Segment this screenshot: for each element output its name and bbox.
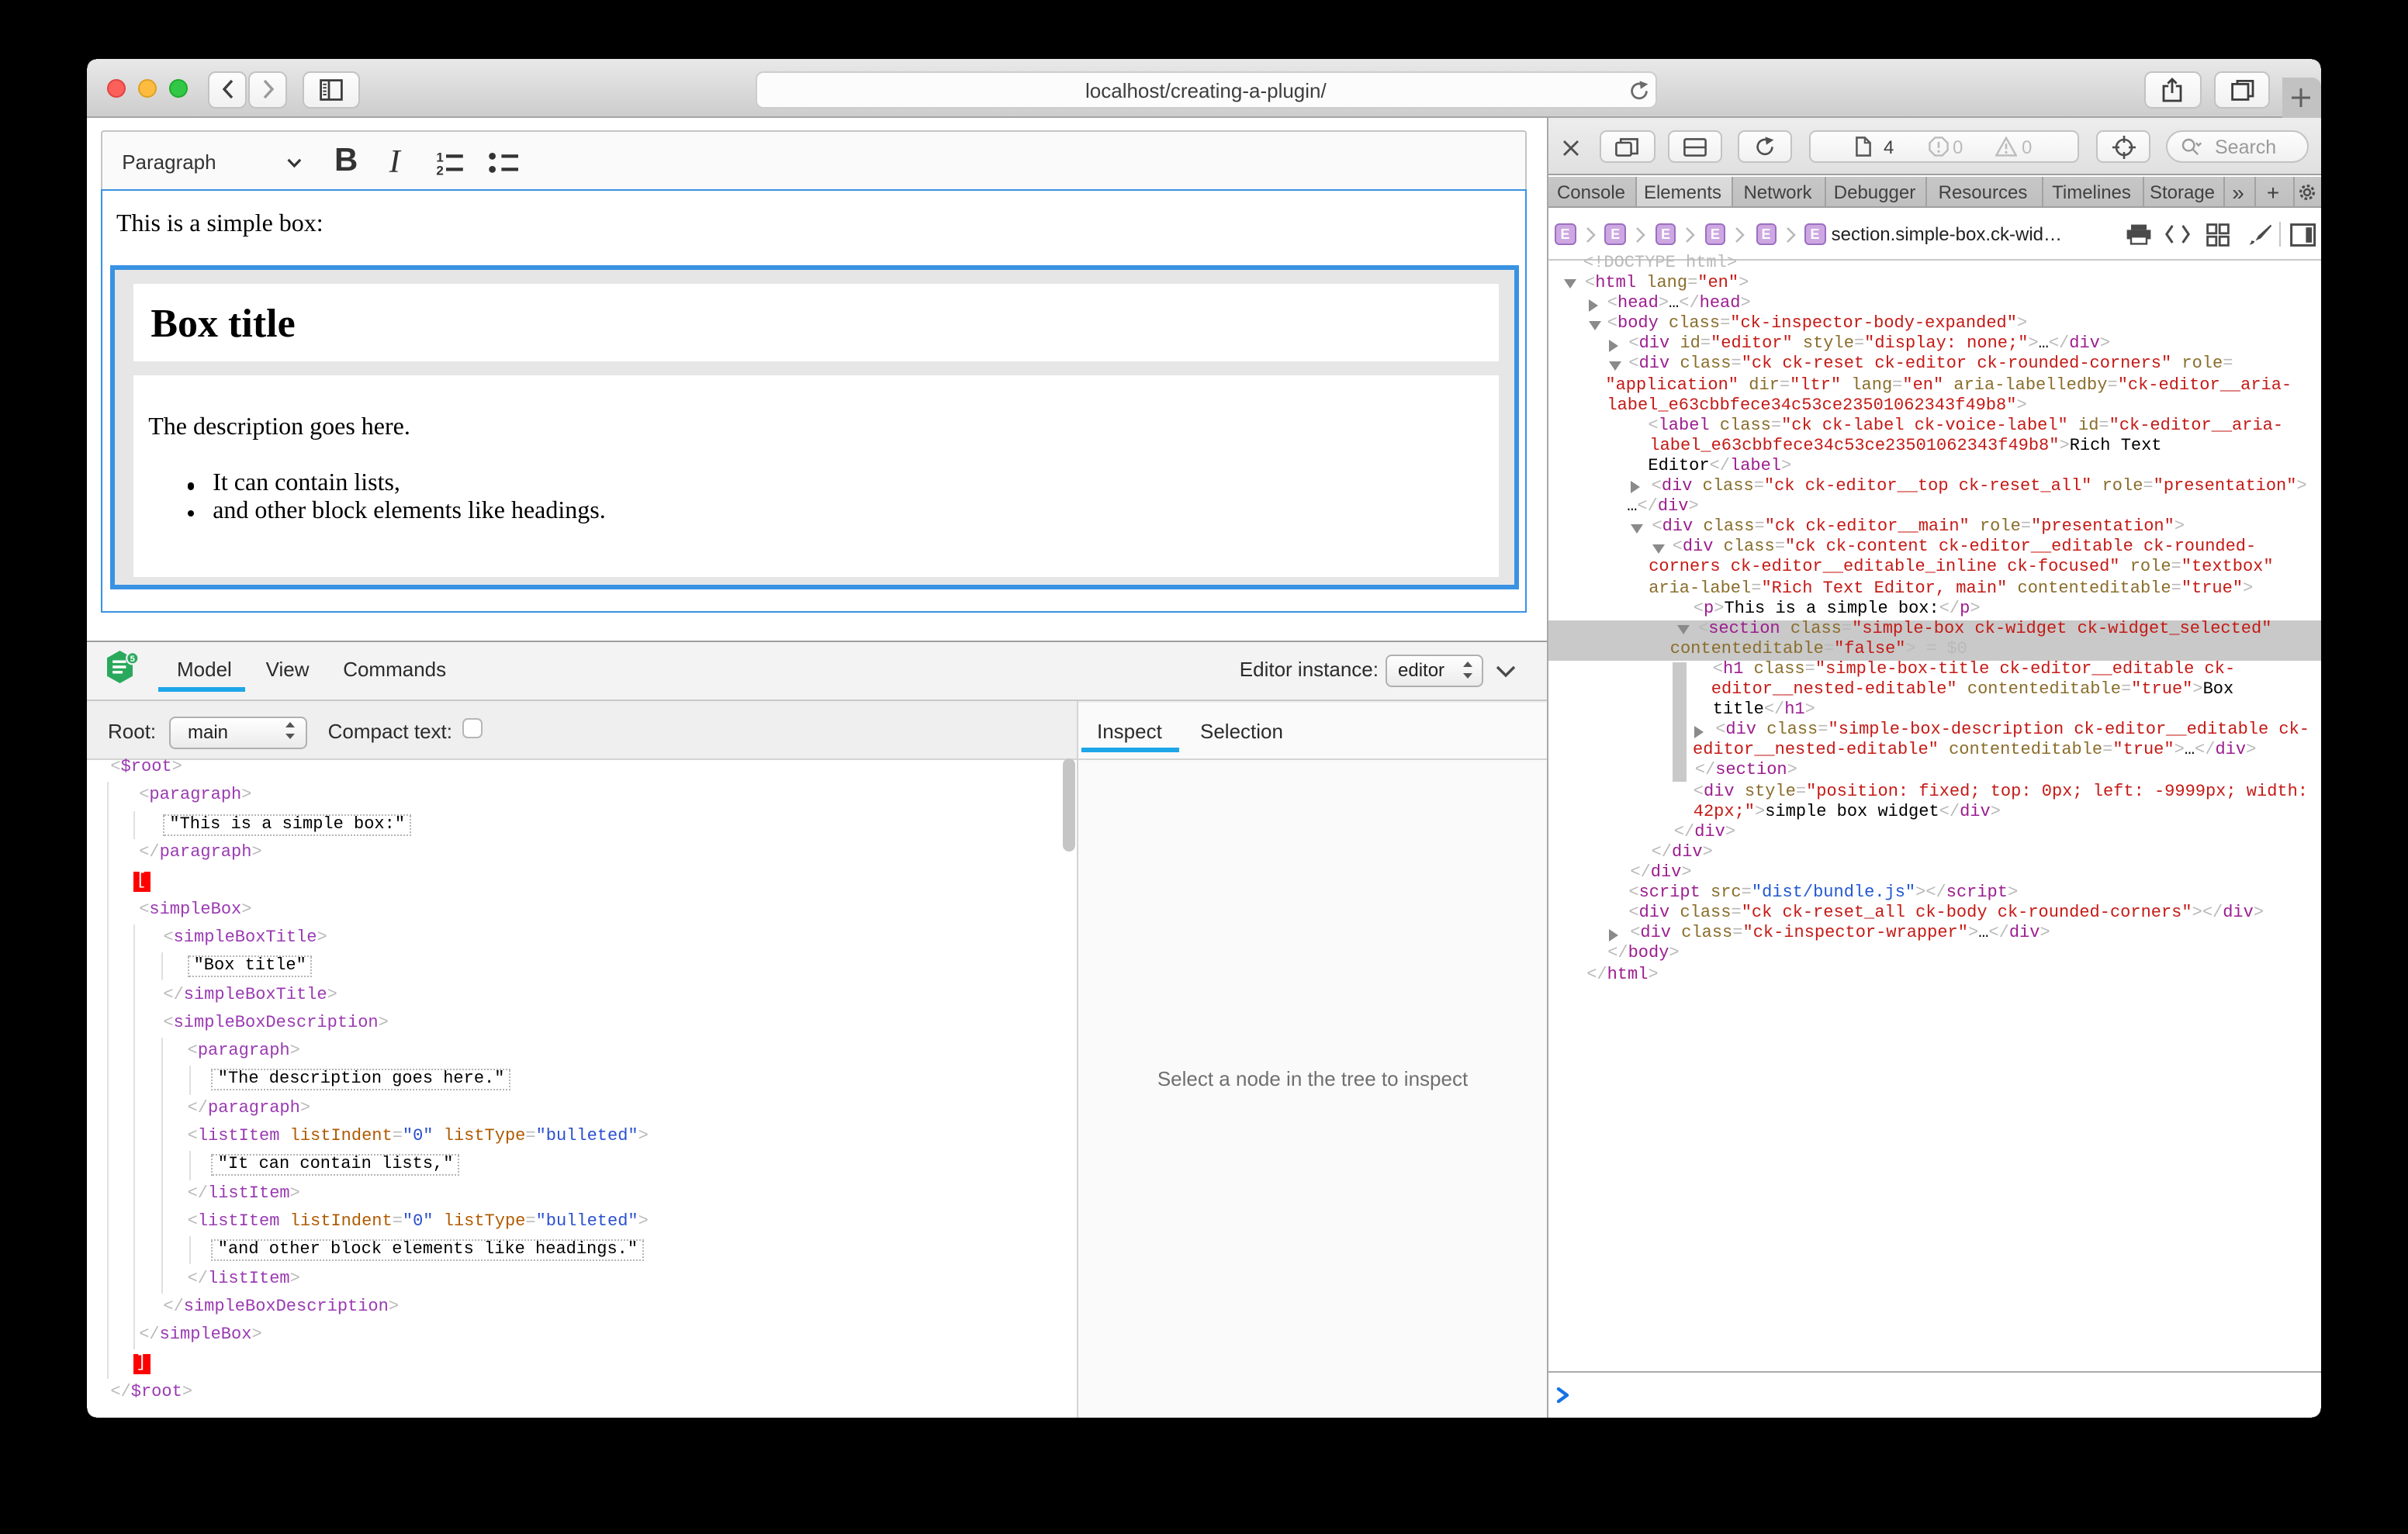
svg-text:1: 1 <box>435 149 442 164</box>
svg-text:2: 2 <box>435 163 442 174</box>
svg-text:5: 5 <box>130 655 135 664</box>
